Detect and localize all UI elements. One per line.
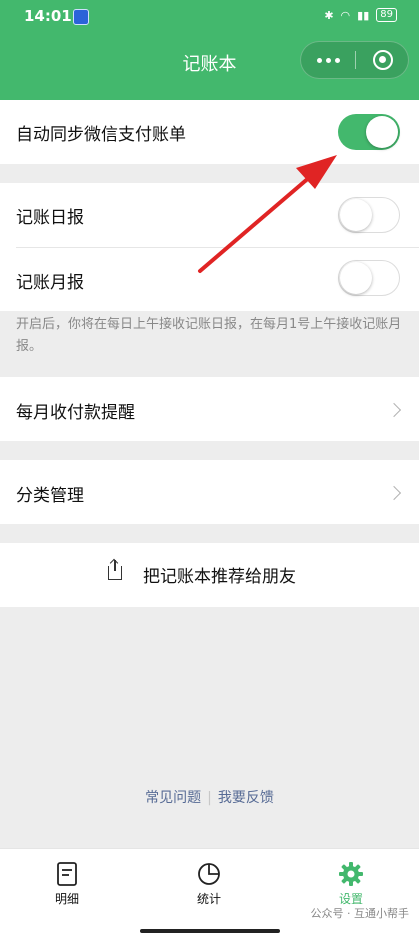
annotation-arrow xyxy=(198,155,337,273)
